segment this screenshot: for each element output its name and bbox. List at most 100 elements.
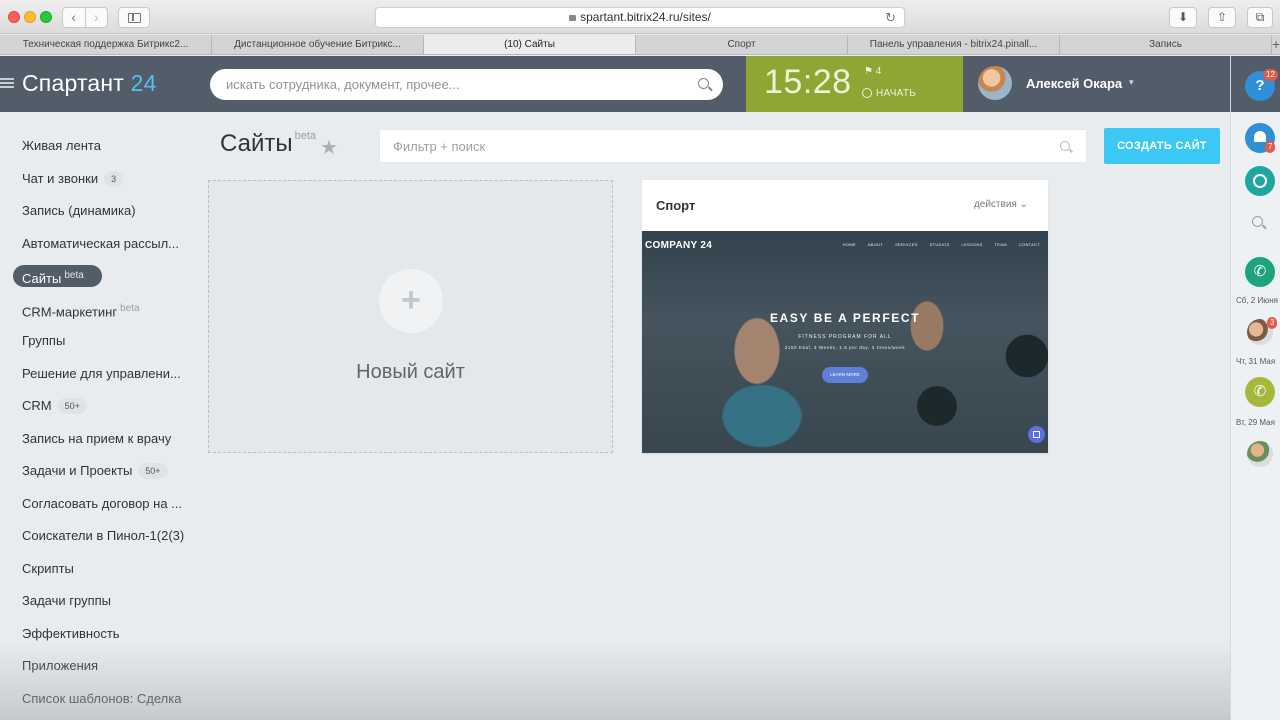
menu-item-group-tasks[interactable]: Задачи группы (0, 585, 205, 618)
site-card[interactable]: Спорт действия ⌄ COMPANY 24 HOME ABOUT S… (642, 180, 1048, 453)
start-label: НАЧАТЬ (876, 88, 917, 99)
menu-item-label: Задачи и Проекты (22, 463, 133, 478)
phone-icon[interactable]: ✆ (1245, 257, 1275, 287)
user-avatar (978, 66, 1012, 100)
preview-nav-item: LESSONS (961, 242, 983, 247)
logo-number: 24 (130, 70, 157, 96)
site-actions-label: действия (973, 199, 1017, 210)
menu-item-crm[interactable]: CRM 50+ (0, 390, 205, 423)
search-icon[interactable] (1060, 141, 1070, 151)
menu-item-label: Соискатели в Пинол-1(2(3) (22, 528, 185, 543)
global-search (210, 69, 723, 100)
menu-item-tasks-projects[interactable]: Задачи и Проекты 50+ (0, 455, 205, 488)
edit-site-icon[interactable] (1028, 426, 1045, 443)
preview-overlay (642, 231, 1048, 453)
reload-icon[interactable]: ↻ (885, 8, 896, 27)
right-sidebar: ? 12 7 ✆ Сб, 2 Июня 3 Чт, 31 Мая ✆ Вт, 2… (1230, 56, 1280, 720)
flag-counter: ⚑ 4 (864, 66, 882, 77)
page-title-text: Сайты (220, 130, 293, 157)
preview-nav-item: HOME (842, 242, 856, 247)
sidebar-toggle-button[interactable] (118, 7, 150, 28)
menu-item-label: Список шаблонов: Сделка (22, 690, 182, 706)
menu-item-doctor-appointment[interactable]: Запись на прием к врачу (0, 423, 205, 456)
browser-tab-active[interactable]: (10) Сайты (424, 35, 636, 54)
flag-count: 4 (875, 66, 882, 77)
menu-item-applicants[interactable]: Соискатели в Пинол-1(2(3) (0, 520, 205, 553)
chat-icon[interactable] (1245, 166, 1275, 196)
new-tab-button[interactable]: + (1272, 35, 1280, 54)
global-search-input[interactable] (226, 69, 686, 100)
phone-icon[interactable]: ✆ (1245, 377, 1275, 407)
menu-item-chat[interactable]: Чат и звонки 3 (0, 163, 205, 196)
minimize-window-icon[interactable] (24, 11, 36, 23)
preview-stats: 2150 Kkal, 3 Weeks, 1,5 per day, 3 times… (784, 345, 906, 350)
page-title: Сайты beta (220, 130, 316, 158)
record-icon (862, 88, 872, 98)
left-menu: Живая лента Чат и звонки 3 Запись (динами… (0, 130, 205, 715)
menu-item-scripts[interactable]: Скрипты (0, 553, 205, 586)
tabs-overview-button[interactable]: ⧉ (1247, 7, 1273, 28)
forward-icon[interactable]: › (84, 8, 108, 27)
menu-item-label: Группы (22, 333, 66, 348)
filter-search-input[interactable] (393, 130, 1013, 162)
search-icon[interactable] (698, 78, 709, 89)
contacts-search-icon[interactable] (1252, 216, 1263, 227)
close-window-icon[interactable] (8, 11, 20, 23)
menu-item-feed[interactable]: Живая лента (0, 130, 205, 163)
address-text: spartant.bitrix24.ru/sites/ (580, 10, 711, 24)
menu-item-label: Автоматическая рассыл... (22, 235, 180, 251)
preview-headline: EASY BE A PERFECT (769, 311, 921, 325)
workday-clock[interactable]: 15:28 ⚑ 4 НАЧАТЬ (746, 56, 963, 112)
user-name: Алексей Окара (1026, 76, 1123, 91)
menu-item-label: Эффективность (22, 625, 120, 641)
menu-item-auto-mailing[interactable]: Автоматическая рассыл... (0, 228, 205, 261)
menu-item-deal-templates[interactable]: Список шаблонов: Сделка (0, 683, 205, 716)
menu-item-efficiency[interactable]: Эффективность (0, 618, 205, 651)
browser-tab[interactable]: Техническая поддержка Битрикс2... (0, 35, 212, 54)
new-site-label: Новый сайт (356, 361, 465, 383)
chevron-down-icon: ⌄ (1019, 199, 1028, 210)
star-icon[interactable]: ★ (320, 135, 338, 160)
plus-icon: + (379, 269, 443, 333)
menu-item-label: Решение для управлени... (22, 365, 181, 381)
start-workday-button[interactable]: НАЧАТЬ (862, 88, 916, 99)
browser-tab[interactable]: Спорт (636, 35, 848, 54)
new-site-tile[interactable]: + Новый сайт (208, 180, 613, 453)
hamburger-menu-icon[interactable] (0, 78, 14, 88)
address-bar[interactable]: spartant.bitrix24.ru/sites/ ↻ (375, 7, 905, 28)
create-site-button[interactable]: СОЗДАТЬ САЙТ (1104, 128, 1220, 164)
menu-item-label: Задачи группы (22, 593, 112, 608)
share-icon: ⇧ (1216, 10, 1228, 24)
preview-nav: HOME ABOUT SERVICES STUDIOS LESSONS TEAM… (843, 242, 1040, 247)
back-icon[interactable]: ‹ (63, 8, 85, 27)
menu-item-label: CRM-маркетинг (22, 303, 118, 319)
maximize-window-icon[interactable] (40, 11, 52, 23)
menu-item-sites[interactable]: Сайты beta (0, 260, 205, 293)
browser-tab[interactable]: Дистанционное обучение Битрикс... (212, 35, 424, 54)
menu-item-text: Сайты (22, 271, 62, 287)
filter-search (379, 129, 1087, 163)
downloads-button[interactable]: ⬇ (1169, 7, 1197, 28)
site-actions-dropdown[interactable]: действия ⌄ (974, 199, 1028, 210)
preview-nav-item: SERVICES (895, 242, 918, 247)
menu-item-contract-approval[interactable]: Согласовать договор на ... (0, 488, 205, 521)
preview-subheadline: FITNESS PROGRAM FOR ALL (798, 334, 892, 340)
menu-item-label: Запись (динамика) (22, 203, 136, 218)
preview-learn-more-button: LEARN MORE (822, 367, 868, 383)
menu-item-groups[interactable]: Группы (0, 325, 205, 358)
logo-text: Спартант (22, 70, 125, 96)
menu-item-record-dynamics[interactable]: Запись (динамика) (0, 195, 205, 228)
browser-tab[interactable]: Панель управления - bitrix24.pinall... (848, 35, 1060, 54)
portal-logo[interactable]: Спартант 24 (22, 70, 157, 97)
menu-item-crm-marketing[interactable]: CRM-маркетинг beta (0, 293, 205, 326)
site-preview-image[interactable]: COMPANY 24 HOME ABOUT SERVICES STUDIOS L… (642, 231, 1048, 453)
contact-avatar[interactable] (1247, 441, 1273, 467)
menu-item-management-solution[interactable]: Решение для управлени... (0, 358, 205, 391)
share-button[interactable]: ⇧ (1208, 7, 1236, 28)
browser-tab[interactable]: Запись (1060, 35, 1272, 54)
menu-counter: 50+ (57, 398, 87, 414)
call-date: Сб, 2 Июня (1236, 296, 1278, 305)
contact-badge: 3 (1267, 317, 1278, 329)
menu-item-applications[interactable]: Приложения (0, 650, 205, 683)
browser-toolbar: ‹ › spartant.bitrix24.ru/sites/ ↻ ⬇ ⇧ ⧉ (0, 0, 1280, 34)
